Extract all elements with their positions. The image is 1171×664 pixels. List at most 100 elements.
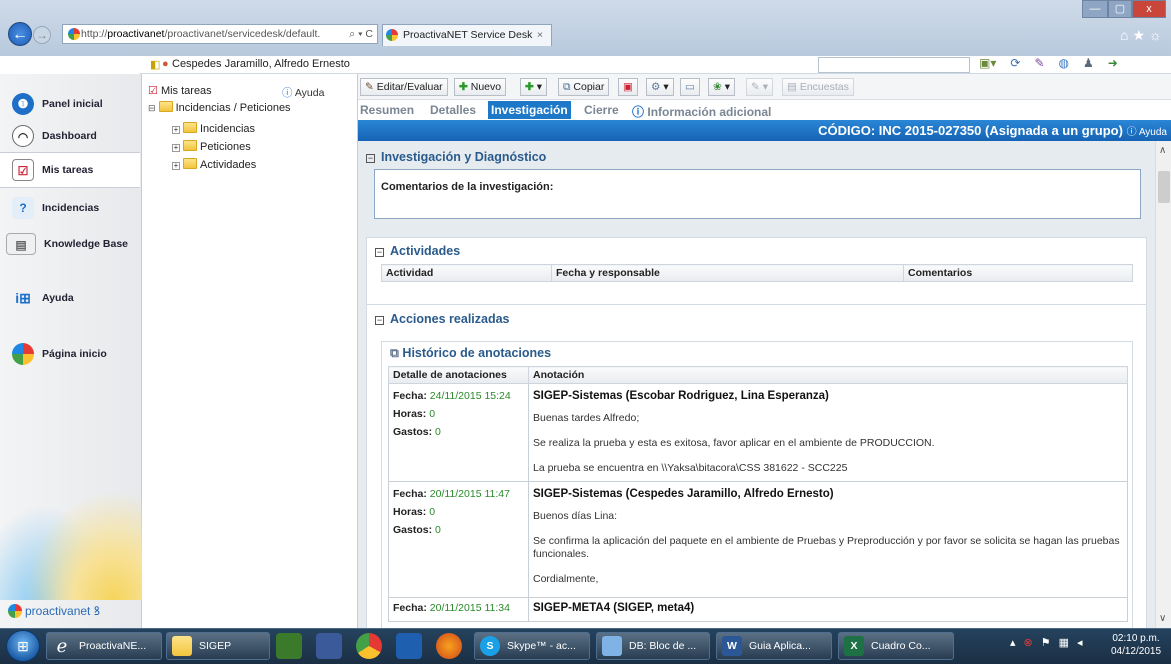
pin-icon[interactable]: ◧ xyxy=(150,58,160,71)
address-controls[interactable]: ⌕ ▾ C xyxy=(347,25,373,43)
nav-label: Dashboard xyxy=(42,130,97,142)
arrow-right-icon: → xyxy=(36,28,48,42)
annotation-detail: Fecha: 24/11/2015 15:24 Horas: 0 Gastos:… xyxy=(388,383,529,482)
copy-button[interactable]: ⧉ Copiar xyxy=(558,78,610,96)
start-button[interactable]: ⊞ xyxy=(6,630,40,662)
taskbar-item-sigep[interactable]: SIGEP xyxy=(166,632,270,660)
taskbar-item-excel[interactable]: X Cuadro Co... xyxy=(838,632,954,660)
clock-date: 04/12/2015 xyxy=(1110,646,1162,657)
date-value: 24/11/2015 15:24 xyxy=(429,390,511,402)
decorative-swoosh xyxy=(0,460,142,600)
new-button[interactable]: ✚ Nuevo xyxy=(454,78,507,96)
refresh-icon[interactable]: ⟳ xyxy=(1010,56,1020,70)
tree-item-peticiones[interactable]: + Peticiones xyxy=(172,140,251,153)
tree-root-label: Mis tareas xyxy=(160,85,212,97)
taskbar-label: ProactivaNE... xyxy=(79,640,147,652)
back-button[interactable]: ← xyxy=(8,22,32,46)
tree-item-incidencias[interactable]: + Incidencias xyxy=(172,122,255,135)
nav-dashboard[interactable]: ◠ Dashboard xyxy=(0,120,140,152)
chrome-icon[interactable] xyxy=(356,633,382,659)
actions-header[interactable]: − Acciones realizadas xyxy=(375,312,510,326)
code-help-label: Ayuda xyxy=(1138,127,1167,138)
tree-help-link[interactable]: ⓘ Ayuda xyxy=(282,85,324,100)
nav-incidencias[interactable]: ? Incidencias xyxy=(0,192,140,224)
nav-knowledge-base[interactable]: ▤ Knowledge Base xyxy=(0,228,140,260)
minimize-button[interactable]: — xyxy=(1082,0,1108,18)
close-tab-icon[interactable]: × xyxy=(537,25,543,45)
window-button[interactable]: ▭ xyxy=(680,78,700,96)
disabled-dropdown-button[interactable]: ✎ ▾ xyxy=(746,78,774,96)
windows-logo-icon: ⊞ xyxy=(17,638,29,654)
nav-mis-tareas[interactable]: ☑ Mis tareas xyxy=(0,152,140,188)
col-detalle[interactable]: Detalle de anotaciones xyxy=(388,366,529,384)
close-window-button[interactable]: x xyxy=(1132,0,1166,18)
tab-investigacion[interactable]: Investigación xyxy=(488,101,571,119)
edit-evaluate-button[interactable]: ✎ Editar/Evaluar xyxy=(360,78,448,96)
maximize-button[interactable]: ▢ xyxy=(1108,0,1132,18)
tab-resumen[interactable]: Resumen xyxy=(360,103,414,117)
nav-label: Página inicio xyxy=(42,348,107,360)
folder-icon xyxy=(183,158,197,169)
chevron-up-icon[interactable]: ∧ xyxy=(1159,145,1166,156)
activities-table: Actividad Fecha y responsable Comentario… xyxy=(381,264,1133,282)
tree-root[interactable]: ☑ Mis tareas xyxy=(148,84,212,97)
tree-item-actividades[interactable]: + Actividades xyxy=(172,158,256,171)
add-dropdown-button[interactable]: ✚ ▾ xyxy=(520,78,548,96)
tab-informacion-adicional[interactable]: ⓘ Información adicional xyxy=(632,103,771,120)
nav-ayuda[interactable]: i⊞ Ayuda xyxy=(0,282,140,314)
investigation-comments-box[interactable]: Comentarios de la investigación: xyxy=(374,169,1141,219)
nav-label: Mis tareas xyxy=(42,164,94,176)
col-anotacion[interactable]: Anotación xyxy=(528,366,1128,384)
notepad-icon xyxy=(602,636,622,656)
forward-button[interactable]: → xyxy=(33,26,51,44)
taskbar-item-word[interactable]: W Guia Aplica... xyxy=(716,632,832,660)
expand-icon: + xyxy=(172,143,180,152)
browser-tab[interactable]: ProactivaNET Service Desk × xyxy=(382,24,552,46)
investigation-header[interactable]: − Investigación y Diagnóstico xyxy=(366,150,546,164)
surveys-button[interactable]: ▤ Encuestas xyxy=(782,78,854,96)
info-icon: ❶ xyxy=(12,93,34,115)
code-help-link[interactable]: ⓘ Ayuda xyxy=(1127,127,1167,138)
browser-toolbar-icons[interactable]: ⌂★☼ xyxy=(1120,27,1166,44)
nav-panel-inicial[interactable]: ❶ Panel inicial xyxy=(0,88,140,120)
activities-header[interactable]: − Actividades xyxy=(375,244,460,258)
hours-label: Horas: xyxy=(393,408,427,420)
edit-icon[interactable]: ✎ xyxy=(1034,56,1044,70)
taskbar-item-skype[interactable]: S Skype™ - ac... xyxy=(474,632,590,660)
users-icon[interactable]: ♟ xyxy=(1083,56,1094,70)
col-fecha-responsable[interactable]: Fecha y responsable xyxy=(551,264,904,282)
taskbar-app-icon[interactable] xyxy=(276,633,302,659)
outlook-icon[interactable] xyxy=(396,633,422,659)
folder-icon xyxy=(183,122,197,133)
col-actividad[interactable]: Actividad xyxy=(381,264,552,282)
taskbar-media-icon[interactable] xyxy=(316,633,342,659)
chevron-down-icon[interactable]: ∨ xyxy=(1159,613,1166,624)
taskbar-item-notepad[interactable]: DB: Bloc de ... xyxy=(596,632,710,660)
help-icon[interactable]: ◍ xyxy=(1059,56,1069,70)
notes-icon[interactable]: ▣▾ xyxy=(979,56,996,70)
help-info-icon: i⊞ xyxy=(15,290,31,306)
assign-dropdown-button[interactable]: ⚙ ▾ xyxy=(646,78,674,96)
search-input[interactable] xyxy=(818,57,970,73)
top-toolbar-icons: ▣▾ ⟳ ✎ ◍ ♟ ➜ xyxy=(972,56,1125,74)
collapse-icon: − xyxy=(375,247,384,257)
system-tray[interactable]: ▴⊗⚑▦◂ xyxy=(1010,636,1091,649)
content-scrollbar[interactable]: ∧ ∨ xyxy=(1155,141,1171,628)
tab-detalles[interactable]: Detalles xyxy=(430,103,476,117)
firefox-icon[interactable] xyxy=(436,633,462,659)
tree-folder[interactable]: ⊟ Incidencias / Peticiones xyxy=(148,101,291,114)
tab-cierre[interactable]: Cierre xyxy=(584,103,619,117)
taskbar-clock[interactable]: 02:10 p.m. 04/12/2015 xyxy=(1108,632,1164,658)
user-icon: ● xyxy=(162,58,169,70)
clock-time: 02:10 p.m. xyxy=(1112,633,1160,644)
nav-pagina-inicio[interactable]: Página inicio xyxy=(0,338,140,370)
taskbar-item-proactivanet[interactable]: ℯ ProactivaNE... xyxy=(46,632,162,660)
pdf-button[interactable]: ▣ xyxy=(618,78,638,96)
col-comentarios[interactable]: Comentarios xyxy=(903,264,1133,282)
tray-volume-icon: ◂ xyxy=(1077,637,1091,649)
logout-icon[interactable]: ➜ xyxy=(1108,56,1118,70)
workflow-dropdown-button[interactable]: ❀ ▾ xyxy=(708,78,736,96)
scrollbar-thumb[interactable] xyxy=(1158,171,1170,203)
skype-icon: S xyxy=(480,636,500,656)
address-bar[interactable]: http://proactivanet/proactivanet/service… xyxy=(62,24,378,44)
